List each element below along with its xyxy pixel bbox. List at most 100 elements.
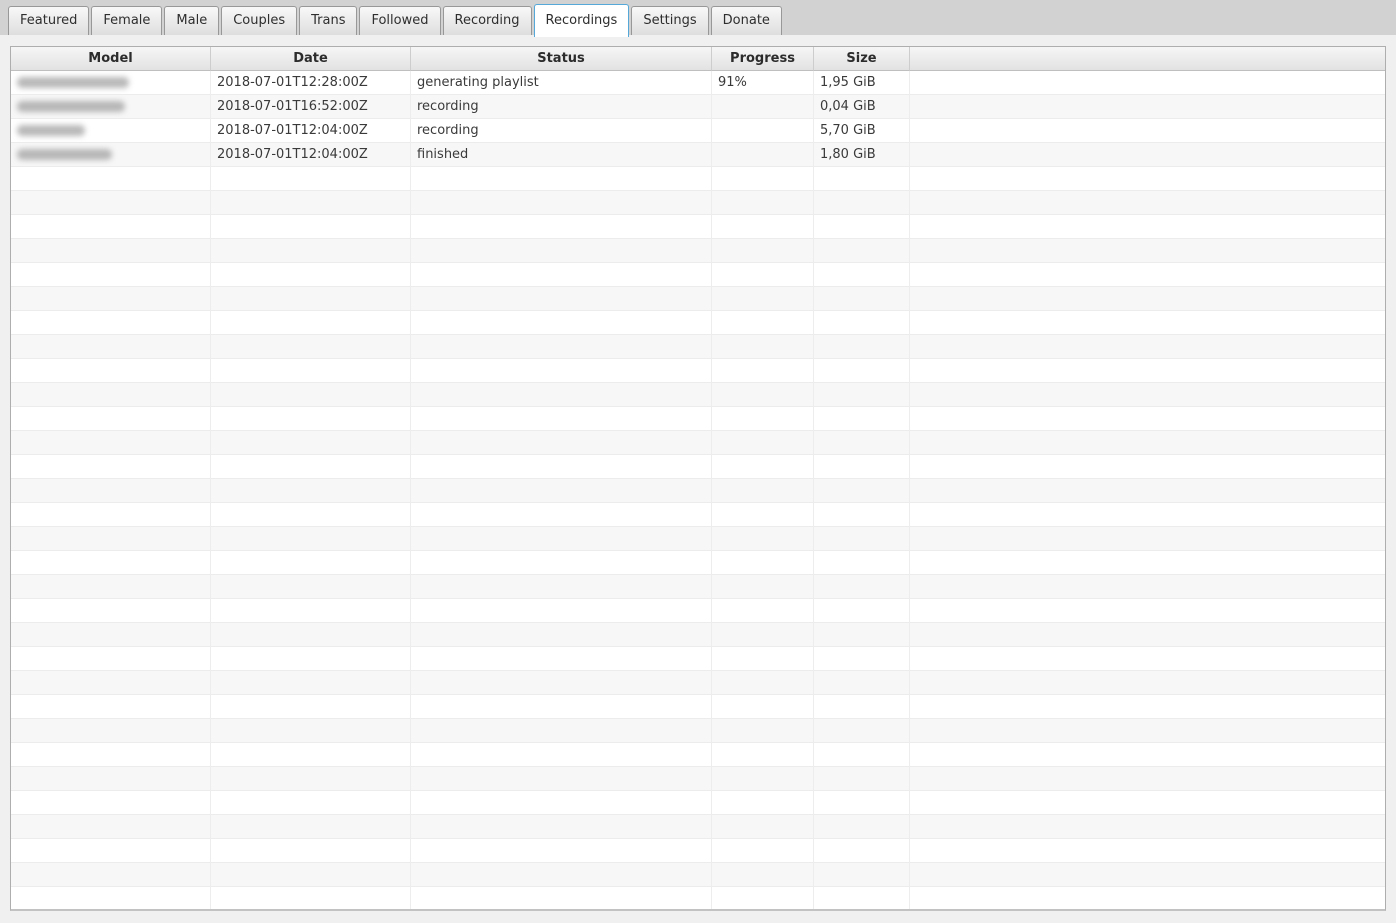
- cell-size: [814, 191, 910, 215]
- cell-status: [411, 479, 712, 503]
- table-row-empty: [11, 167, 1385, 191]
- table-row-empty: [11, 623, 1385, 647]
- redacted-model-name: [17, 101, 125, 112]
- cell-progress: [712, 479, 814, 503]
- cell-status: [411, 431, 712, 455]
- column-header-progress[interactable]: Progress: [712, 47, 814, 71]
- cell-status: [411, 383, 712, 407]
- cell-status: [411, 815, 712, 839]
- cell-extra: [910, 167, 1385, 191]
- cell-status: recording: [411, 119, 712, 143]
- cell-extra: [910, 383, 1385, 407]
- table-row[interactable]: 2018-07-01T12:04:00Z finished 1,80 GiB: [11, 143, 1385, 167]
- redacted-model-name: [17, 149, 112, 160]
- column-header-extra[interactable]: [910, 47, 1385, 71]
- table-row[interactable]: 2018-07-01T12:04:00Z recording 5,70 GiB: [11, 119, 1385, 143]
- column-header-status[interactable]: Status: [411, 47, 712, 71]
- cell-size: 1,95 GiB: [814, 71, 910, 95]
- cell-progress: [712, 191, 814, 215]
- table-row-empty: [11, 527, 1385, 551]
- cell-progress: [712, 383, 814, 407]
- table-row-empty: [11, 815, 1385, 839]
- cell-date: [211, 503, 411, 527]
- cell-status: [411, 695, 712, 719]
- table-row-empty: [11, 671, 1385, 695]
- cell-extra: [910, 815, 1385, 839]
- column-header-model[interactable]: Model: [11, 47, 211, 71]
- cell-model: [11, 407, 211, 431]
- cell-date: 2018-07-01T12:04:00Z: [211, 119, 411, 143]
- tab-male[interactable]: Male: [164, 6, 220, 35]
- cell-progress: [712, 791, 814, 815]
- cell-status: [411, 239, 712, 263]
- column-header-date[interactable]: Date: [211, 47, 411, 71]
- cell-status: [411, 743, 712, 767]
- cell-size: [814, 335, 910, 359]
- cell-status: generating playlist: [411, 71, 712, 95]
- cell-progress: [712, 455, 814, 479]
- table-row-empty: [11, 263, 1385, 287]
- table-header-row: Model Date Status Progress Size: [11, 47, 1385, 71]
- cell-size: [814, 527, 910, 551]
- tab-donate[interactable]: Donate: [710, 6, 782, 35]
- cell-model: [11, 383, 211, 407]
- cell-model: [11, 431, 211, 455]
- tab-female[interactable]: Female: [91, 6, 163, 35]
- cell-extra: [910, 359, 1385, 383]
- cell-size: [814, 815, 910, 839]
- cell-date: 2018-07-01T12:28:00Z: [211, 71, 411, 95]
- cell-model: [11, 95, 211, 119]
- cell-status: [411, 863, 712, 887]
- table-row-empty: [11, 551, 1385, 575]
- table-row-empty: [11, 239, 1385, 263]
- tab-featured[interactable]: Featured: [8, 6, 90, 35]
- cell-progress: [712, 119, 814, 143]
- cell-progress: [712, 503, 814, 527]
- tab-trans[interactable]: Trans: [299, 6, 358, 35]
- cell-size: [814, 167, 910, 191]
- cell-model: [11, 575, 211, 599]
- cell-extra: [910, 431, 1385, 455]
- cell-date: [211, 671, 411, 695]
- cell-status: [411, 647, 712, 671]
- cell-date: [211, 215, 411, 239]
- cell-model: [11, 527, 211, 551]
- table-row-empty: [11, 287, 1385, 311]
- cell-date: [211, 623, 411, 647]
- cell-status: finished: [411, 143, 712, 167]
- redacted-model-name: [17, 77, 129, 88]
- cell-extra: [910, 191, 1385, 215]
- tab-settings[interactable]: Settings: [631, 6, 709, 35]
- cell-progress: [712, 95, 814, 119]
- cell-date: [211, 527, 411, 551]
- cell-size: [814, 599, 910, 623]
- cell-size: [814, 311, 910, 335]
- cell-status: [411, 719, 712, 743]
- table-row-empty: [11, 383, 1385, 407]
- cell-status: [411, 191, 712, 215]
- cell-status: [411, 311, 712, 335]
- cell-progress: [712, 815, 814, 839]
- cell-extra: [910, 743, 1385, 767]
- tab-recording[interactable]: Recording: [442, 6, 532, 35]
- cell-status: [411, 215, 712, 239]
- tab-recordings[interactable]: Recordings: [533, 4, 630, 37]
- cell-model: [11, 263, 211, 287]
- table-row-empty: [11, 767, 1385, 791]
- cell-date: [211, 239, 411, 263]
- cell-status: [411, 551, 712, 575]
- cell-size: [814, 791, 910, 815]
- cell-extra: [910, 455, 1385, 479]
- tab-couples[interactable]: Couples: [221, 6, 298, 35]
- cell-progress: [712, 839, 814, 863]
- tab-followed[interactable]: Followed: [359, 6, 441, 35]
- cell-progress: [712, 431, 814, 455]
- cell-extra: [910, 719, 1385, 743]
- table-row[interactable]: 2018-07-01T12:28:00Z generating playlist 9…: [11, 71, 1385, 95]
- cell-extra: [910, 647, 1385, 671]
- table-row[interactable]: 2018-07-01T16:52:00Z recording 0,04 GiB: [11, 95, 1385, 119]
- cell-model: [11, 287, 211, 311]
- cell-status: [411, 839, 712, 863]
- cell-model: [11, 335, 211, 359]
- column-header-size[interactable]: Size: [814, 47, 910, 71]
